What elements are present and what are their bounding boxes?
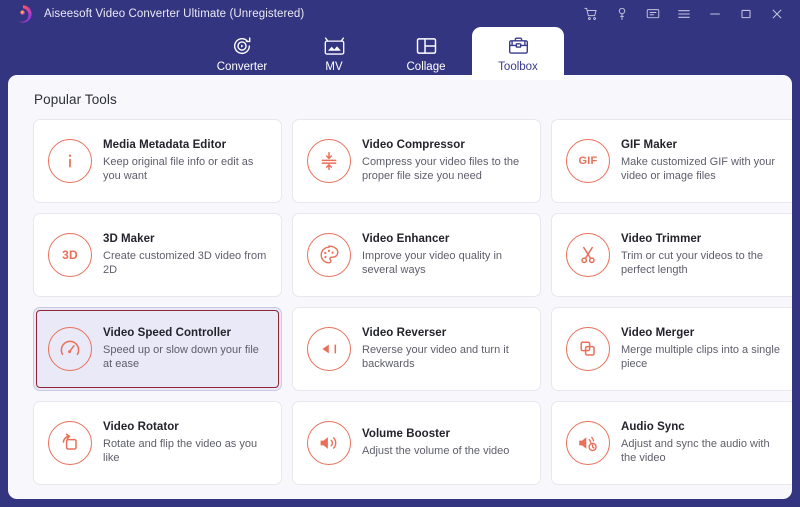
tab-collage[interactable]: Collage	[380, 27, 472, 80]
tool-card-video-enhancer[interactable]: Video Enhancer Improve your video qualit…	[292, 213, 541, 297]
tool-desc: Adjust the volume of the video	[362, 444, 510, 457]
mv-icon	[323, 34, 346, 58]
audio-sync-icon	[566, 421, 610, 465]
tool-title: Volume Booster	[362, 427, 451, 440]
collage-icon	[415, 34, 438, 58]
cart-icon[interactable]	[580, 3, 602, 25]
tools-grid: Media Metadata Editor Keep original file…	[8, 107, 792, 485]
tool-card-video-rotator[interactable]: Video Rotator Rotate and flip the video …	[33, 401, 282, 485]
tool-title: Video Rotator	[103, 420, 179, 433]
gif-icon: GIF	[566, 139, 610, 183]
tool-desc: Create customized 3D video from 2D	[103, 249, 267, 277]
palette-icon	[307, 233, 351, 277]
tool-desc: Keep original file info or edit as you w…	[103, 155, 254, 183]
tool-card-video-merger[interactable]: Video Merger Merge multiple clips into a…	[551, 307, 792, 391]
tool-title: Video Compressor	[362, 138, 465, 151]
key-icon[interactable]	[611, 3, 633, 25]
tool-desc: Reverse your video and turn it backwards	[362, 343, 509, 371]
tool-title: Video Speed Controller	[103, 326, 232, 339]
merge-icon	[566, 327, 610, 371]
tool-title: Video Trimmer	[621, 232, 702, 245]
tool-desc: Speed up or slow down your file at ease	[103, 343, 259, 371]
tool-desc: Improve your video quality in several wa…	[362, 249, 503, 277]
volume-icon	[307, 421, 351, 465]
tool-desc: Adjust and sync the audio with the video	[621, 437, 770, 465]
tool-card-video-speed-controller[interactable]: Video Speed Controller Speed up or slow …	[33, 307, 282, 391]
converter-icon	[231, 34, 253, 58]
tool-title: GIF Maker	[621, 138, 678, 151]
tool-card-audio-sync[interactable]: Audio Sync Adjust and sync the audio wit…	[551, 401, 792, 485]
window-controls	[580, 3, 800, 25]
tool-title: Video Enhancer	[362, 232, 450, 245]
tool-desc: Merge multiple clips into a single piece	[621, 343, 780, 371]
tool-desc: Trim or cut your videos to the perfect l…	[621, 249, 764, 277]
tool-desc: Make customized GIF with your video or i…	[621, 155, 776, 183]
rotate-icon	[48, 421, 92, 465]
rewind-icon	[307, 327, 351, 371]
tool-title: Media Metadata Editor	[103, 138, 227, 151]
tool-card-3d-maker[interactable]: 3D 3D Maker Create customized 3D video f…	[33, 213, 282, 297]
tab-converter[interactable]: Converter	[196, 27, 288, 80]
title-bar: Aiseesoft Video Converter Ultimate (Unre…	[0, 0, 800, 28]
tab-mv-label: MV	[325, 61, 343, 73]
app-logo-icon	[12, 3, 34, 25]
tool-card-video-compressor[interactable]: Video Compressor Compress your video fil…	[292, 119, 541, 203]
app-title: Aiseesoft Video Converter Ultimate (Unre…	[44, 8, 305, 20]
tab-collage-label: Collage	[406, 61, 446, 73]
close-icon[interactable]	[766, 3, 788, 25]
tab-converter-label: Converter	[216, 61, 268, 73]
speedometer-icon	[48, 327, 92, 371]
compress-icon	[307, 139, 351, 183]
info-icon	[48, 139, 92, 183]
tool-card-video-reverser[interactable]: Video Reverser Reverse your video and tu…	[292, 307, 541, 391]
tool-desc: Compress your video files to the proper …	[362, 155, 520, 183]
minimize-icon[interactable]	[704, 3, 726, 25]
tool-card-gif-maker[interactable]: GIF GIF Maker Make customized GIF with y…	[551, 119, 792, 203]
tab-toolbox[interactable]: Toolbox	[472, 27, 564, 80]
tool-card-media-metadata-editor[interactable]: Media Metadata Editor Keep original file…	[33, 119, 282, 203]
menu-icon[interactable]	[673, 3, 695, 25]
toolbox-icon	[507, 34, 530, 58]
maximize-icon[interactable]	[735, 3, 757, 25]
app-window: Aiseesoft Video Converter Ultimate (Unre…	[0, 0, 800, 507]
tab-mv[interactable]: MV	[288, 27, 380, 80]
tool-title: 3D Maker	[103, 232, 155, 245]
3d-icon: 3D	[48, 233, 92, 277]
tool-title: Video Reverser	[362, 326, 447, 339]
tool-title: Video Merger	[621, 326, 695, 339]
feedback-icon[interactable]	[642, 3, 664, 25]
content-panel: Popular Tools Media Metadata Editor Keep…	[8, 75, 792, 499]
tool-desc: Rotate and flip the video as you like	[103, 437, 258, 465]
tool-card-volume-booster[interactable]: Volume Booster Adjust the volume of the …	[292, 401, 541, 485]
tab-toolbox-label: Toolbox	[498, 61, 538, 73]
tool-title: Audio Sync	[621, 420, 685, 433]
scissors-icon	[566, 233, 610, 277]
tab-bar: Converter MV Collage Toolbox	[0, 22, 800, 80]
tool-card-video-trimmer[interactable]: Video Trimmer Trim or cut your videos to…	[551, 213, 792, 297]
